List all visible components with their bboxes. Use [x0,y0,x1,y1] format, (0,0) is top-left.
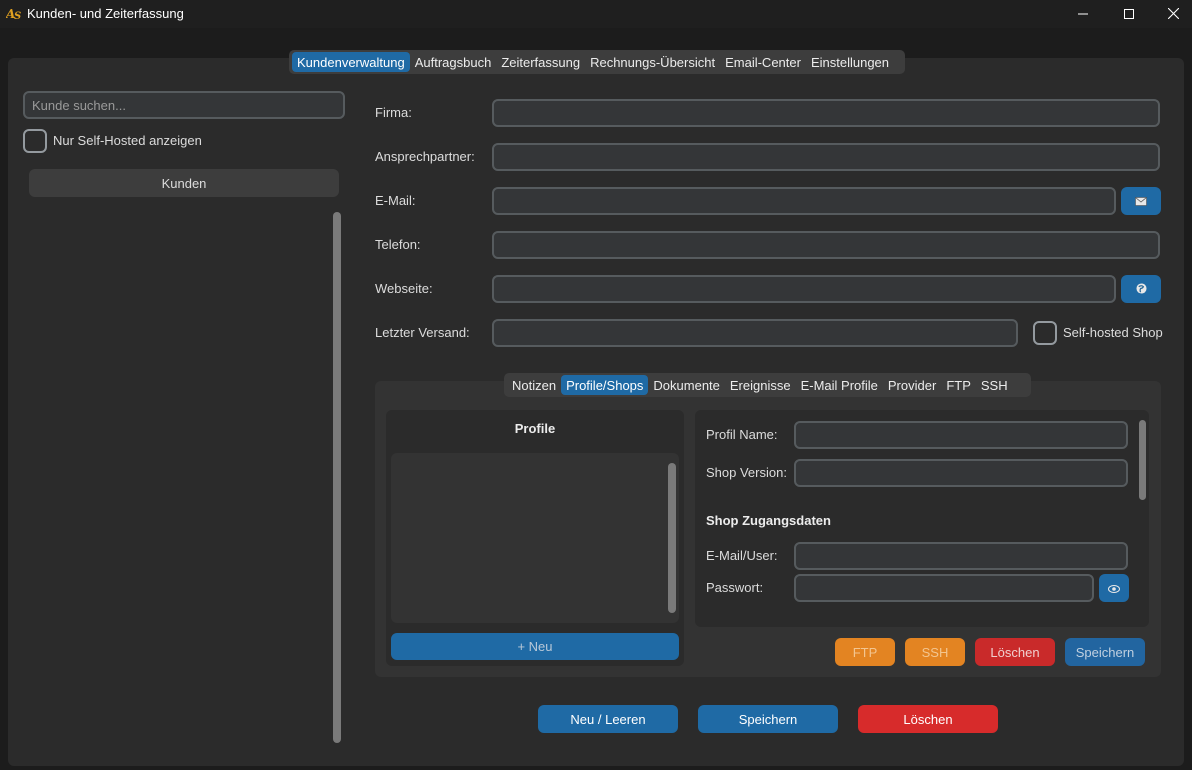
window-title: Kunden- und Zeiterfassung [27,6,184,21]
customer-search-input[interactable]: Kunde suchen... [23,91,345,119]
tab-email-center[interactable]: Email-Center [720,52,806,72]
telefon-label: Telefon: [375,237,421,252]
minimize-button[interactable] [1060,0,1106,28]
firma-input[interactable] [492,99,1160,127]
delete-customer-button[interactable]: Löschen [858,705,998,733]
minimize-icon [1078,7,1088,22]
toggle-password-button[interactable] [1099,574,1129,602]
close-button[interactable] [1150,0,1192,28]
mail-icon [1135,194,1147,209]
tab-dokumente[interactable]: Dokumente [648,375,724,395]
profile-list-scrollbar[interactable] [668,463,676,613]
new-clear-button[interactable]: Neu / Leeren [538,705,678,733]
passwort-label: Passwort: [706,580,764,595]
tab-ftp[interactable]: FTP [941,375,976,395]
shop-zugangsdaten-heading: Shop Zugangsdaten [706,513,831,528]
profile-ftp-button[interactable]: FTP [835,638,895,666]
firma-label: Firma: [375,105,412,120]
telefon-input[interactable] [492,231,1160,259]
main-tab-bar: Kundenverwaltung Auftragsbuch Zeiterfass… [289,50,905,74]
svg-text:S: S [14,11,21,21]
maximize-button[interactable] [1106,0,1152,28]
app-logo-icon: AS [5,5,22,22]
tab-zeiterfassung[interactable]: Zeiterfassung [496,52,585,72]
tab-kundenverwaltung[interactable]: Kundenverwaltung [292,52,410,72]
send-email-button[interactable] [1121,187,1161,215]
add-profile-button[interactable]: + Neu [391,633,679,660]
tab-einstellungen[interactable]: Einstellungen [806,52,894,72]
self-hosted-shop-label: Self-hosted Shop [1063,325,1163,340]
self-hosted-shop-checkbox[interactable] [1033,321,1057,345]
tab-email-profile[interactable]: E-Mail Profile [796,375,883,395]
open-website-button[interactable] [1121,275,1161,303]
shop-password-input[interactable] [794,574,1094,602]
customer-list-scrollbar[interactable] [333,212,341,743]
profil-name-label: Profil Name: [706,427,778,442]
email-user-label: E-Mail/User: [706,548,778,563]
email-label: E-Mail: [375,193,416,208]
self-hosted-filter-label: Nur Self-Hosted anzeigen [53,133,202,148]
maximize-icon [1124,7,1134,22]
tab-provider[interactable]: Provider [883,375,941,395]
email-input[interactable] [492,187,1116,215]
letzter-versand-label: Letzter Versand: [375,325,470,340]
profile-ssh-button[interactable]: SSH [905,638,965,666]
shop-version-input[interactable] [794,459,1128,487]
eye-icon [1108,581,1120,596]
letzter-versand-input[interactable] [492,319,1018,347]
webseite-input[interactable] [492,275,1116,303]
profile-list-heading: Profile [514,421,556,436]
shop-version-label: Shop Version: [706,465,787,480]
save-customer-button[interactable]: Speichern [698,705,838,733]
title-bar: AS Kunden- und Zeiterfassung [0,0,1192,28]
profile-detail-scrollbar[interactable] [1139,420,1146,500]
customer-list-header: Kunden [29,169,339,197]
profile-save-button[interactable]: Speichern [1065,638,1145,666]
close-icon [1167,7,1179,22]
tab-ssh[interactable]: SSH [976,375,1013,395]
self-hosted-filter-checkbox[interactable] [23,129,47,153]
ansprechpartner-input[interactable] [492,143,1160,171]
detail-tab-bar: Notizen Profile/Shops Dokumente Ereignis… [504,373,1031,397]
tab-profile-shops[interactable]: Profile/Shops [561,375,649,395]
profil-name-input[interactable] [794,421,1128,449]
tab-rechnungs-uebersicht[interactable]: Rechnungs-Übersicht [585,52,720,72]
tab-auftragsbuch[interactable]: Auftragsbuch [410,52,497,72]
profile-delete-button[interactable]: Löschen [975,638,1055,666]
tab-ereignisse[interactable]: Ereignisse [725,375,796,395]
webseite-label: Webseite: [375,281,433,296]
ansprechpartner-label: Ansprechpartner: [375,149,475,164]
profile-list[interactable] [391,453,679,623]
tab-notizen[interactable]: Notizen [507,375,561,395]
shop-email-user-input[interactable] [794,542,1128,570]
globe-icon [1135,282,1147,297]
